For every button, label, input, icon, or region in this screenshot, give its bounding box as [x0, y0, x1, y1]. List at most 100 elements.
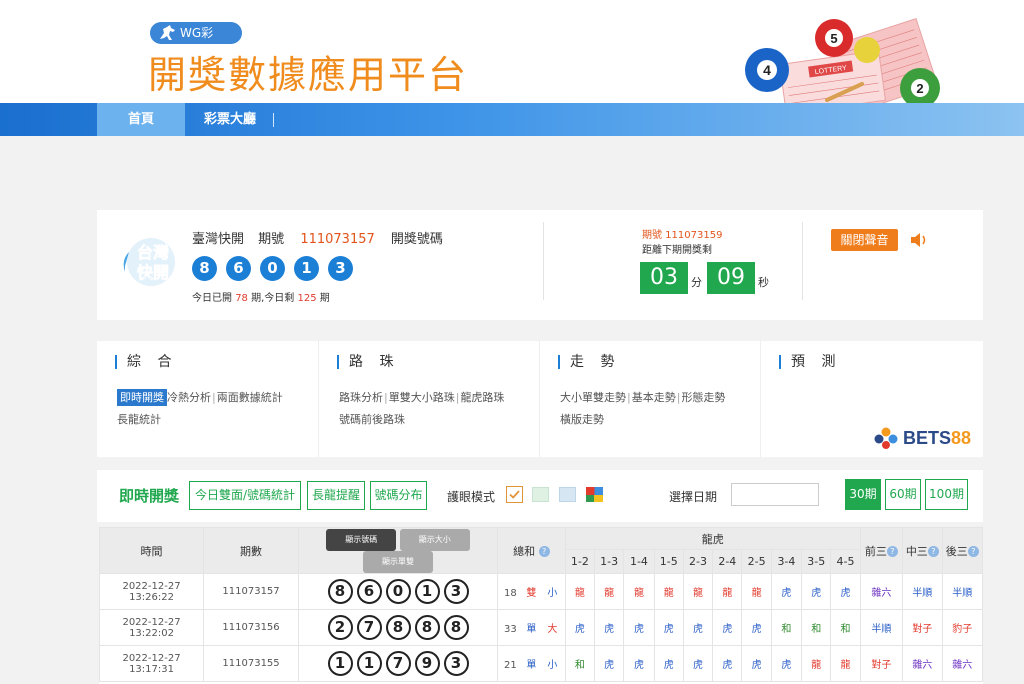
pair-header: 2-5 — [741, 549, 772, 574]
link-basic-trend[interactable]: 基本走勢 — [632, 391, 676, 404]
date-input[interactable] — [731, 483, 819, 506]
link-number-road[interactable]: 號碼前後路珠 — [339, 413, 405, 426]
mid-label: 中三 — [905, 544, 928, 558]
pair-header: 1-3 — [593, 549, 625, 574]
show-oddeven-toggle[interactable]: 顯示單雙 — [363, 550, 433, 573]
number-circle: 7 — [356, 615, 382, 640]
dragon-tiger-cell: 虎 — [712, 609, 743, 646]
col-sum: 總和 ? — [497, 527, 566, 574]
back-label: 後三 — [945, 544, 968, 558]
period-30-button[interactable]: 30期 — [845, 479, 881, 510]
date-label: 選擇日期 — [669, 490, 718, 504]
sum-cell: 33 單大 — [497, 609, 566, 646]
link-hot-cold[interactable]: 冷熱分析 — [167, 391, 211, 404]
draw-time: 2022-12-27 13:17:31 — [99, 645, 205, 682]
bets88-logo[interactable]: BETS88 — [873, 427, 981, 449]
number-circle: 8 — [414, 615, 440, 640]
period-60-button[interactable]: 60期 — [885, 479, 921, 510]
link-realtime-draw[interactable]: 即時開獎 — [117, 389, 167, 406]
show-number-toggle[interactable]: 顯示號碼 — [326, 528, 397, 551]
number-circle: 9 — [414, 651, 440, 676]
link-pattern-trend[interactable]: 形態走勢 — [681, 391, 725, 404]
minute-unit: 分 — [691, 276, 702, 289]
link-horizontal-trend[interactable]: 橫版走勢 — [560, 413, 604, 426]
eye-mode-checkbox[interactable] — [506, 486, 523, 503]
dragon-tiger-cell: 龍 — [623, 573, 655, 610]
help-icon[interactable]: ? — [538, 546, 550, 557]
dragon-tiger-cell: 龍 — [653, 573, 684, 610]
number-circle: 8 — [327, 579, 353, 604]
section-links: 大小單雙走勢|基本走勢|形態走勢 橫版走勢 — [560, 391, 726, 426]
table-row: 2022-12-27 13:22:02 111073156 2 7 8 8 8 33 單大虎虎虎… — [99, 609, 983, 646]
section-title: 綜 合 — [115, 355, 177, 369]
result-ball: 8 — [192, 256, 217, 281]
sum-label: 總和 — [513, 544, 536, 558]
sum-value: 18 — [503, 588, 517, 599]
theme-green-swatch[interactable] — [532, 487, 549, 502]
section-title: 路 珠 — [337, 355, 399, 369]
mid-three-cell: 對子 — [902, 609, 943, 646]
today-mid: 期,今日剩 — [251, 293, 295, 304]
size-value: 小 — [547, 660, 558, 671]
realtime-title: 即時開獎 — [119, 487, 180, 505]
number-circle: 1 — [414, 579, 440, 604]
number-circle: 0 — [385, 579, 411, 604]
help-icon[interactable]: ? — [927, 546, 939, 557]
link-oddeven-road[interactable]: 單雙大小路珠 — [389, 391, 455, 404]
bets88-mark-icon — [874, 427, 898, 449]
number-distribution-button[interactable]: 號碼分布 — [370, 481, 427, 510]
link-two-sided-stats[interactable]: 兩面數據統計 — [217, 391, 283, 404]
draw-numbers: 11793 — [297, 645, 499, 682]
results-table: 時間 期數 顯示號碼 顯示大小 顯示單雙 總和 ? 龍虎 前三? 中三? 後三?… — [99, 527, 983, 682]
help-icon[interactable]: ? — [967, 546, 979, 557]
dragon-alert-button[interactable]: 長龍提醒 — [307, 481, 365, 510]
site-title: 開獎數據應用平台 — [148, 53, 469, 97]
help-icon[interactable]: ? — [886, 546, 898, 557]
section-links: 路珠分析|單雙大小路珠|龍虎路珠 號碼前後路珠 — [339, 391, 505, 426]
nav-home[interactable]: 首頁 — [97, 103, 185, 136]
number-circle: 2 — [327, 615, 353, 640]
bets-number: 88 — [951, 428, 972, 448]
today-remaining: 125 — [297, 293, 317, 304]
current-period: 111073157 — [300, 232, 375, 247]
number-circle: 8 — [385, 615, 411, 640]
pair-header: 1-5 — [653, 549, 684, 574]
countdown-minutes: 03 — [640, 262, 688, 294]
link-road-analysis[interactable]: 路珠分析 — [339, 391, 383, 404]
link-dragon-tiger-road[interactable]: 龍虎路珠 — [460, 391, 504, 404]
show-size-toggle[interactable]: 顯示大小 — [399, 528, 470, 551]
sum-cell: 18 雙小 — [497, 573, 566, 610]
number-circle: 7 — [385, 651, 411, 676]
theme-blue-swatch[interactable] — [559, 487, 576, 502]
theme-color-swatch[interactable] — [586, 487, 603, 502]
section-title[interactable]: 預 測 — [779, 355, 841, 369]
eye-mode-label: 護眼模式 — [447, 490, 496, 504]
wg-badge[interactable]: WG彩 — [150, 22, 242, 44]
dragon-tiger-cell: 虎 — [712, 645, 743, 682]
ball-5-label: 5 — [830, 31, 837, 46]
size-value: 大 — [547, 624, 558, 635]
dragon-tiger-cell: 虎 — [741, 645, 772, 682]
period-100-button[interactable]: 100期 — [925, 479, 968, 510]
pair-header: 2-3 — [682, 549, 714, 574]
link-dragon-stats[interactable]: 長龍統計 — [117, 413, 161, 426]
mute-sound-button[interactable]: 關閉聲音 — [831, 229, 898, 251]
today-stats: 今日已開 78 期,今日剩 125 期 — [192, 289, 330, 304]
next-draw-label: 距離下期開獎剩 — [642, 245, 712, 256]
second-unit: 秒 — [758, 276, 769, 289]
draw-numbers: 27888 — [297, 609, 499, 646]
speaker-icon[interactable] — [909, 231, 929, 249]
dragon-tiger-cell: 虎 — [682, 609, 714, 646]
front-three-cell: 對子 — [859, 645, 904, 682]
col-mid-three: 中三? — [902, 527, 943, 574]
today-stats-button[interactable]: 今日雙面/號碼統計 — [189, 481, 301, 510]
dragon-tiger-cell: 虎 — [564, 609, 596, 646]
link-size-trend[interactable]: 大小單雙走勢 — [560, 391, 626, 404]
dragon-tiger-cell: 和 — [564, 645, 596, 682]
result-balls: 86013 — [192, 256, 362, 281]
dragon-tiger-cell: 和 — [830, 609, 861, 646]
nav-lottery-hall[interactable]: 彩票大廳 — [190, 103, 270, 136]
pair-header: 1-4 — [623, 549, 655, 574]
table-row: 2022-12-27 13:26:22 111073157 8 6 0 1 3 18 雙小龍龍龍… — [99, 573, 983, 610]
draw-heading: 臺灣快開 期號 111073157 開獎號碼 — [192, 228, 443, 247]
